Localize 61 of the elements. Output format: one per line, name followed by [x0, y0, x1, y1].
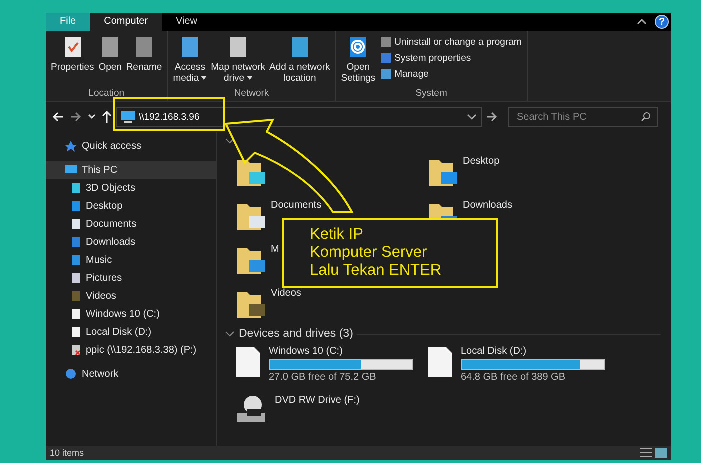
ribbon-button[interactable]: Properties	[49, 35, 96, 73]
section-title[interactable]: Devices and drives (3)	[239, 328, 354, 340]
ribbon-button[interactable]: Rename	[124, 35, 164, 73]
star-icon	[64, 140, 78, 152]
drive-name[interactable]: Local Disk (D:)	[461, 346, 605, 357]
ribbon-button[interactable]: Map network drive	[209, 35, 268, 84]
drive-free-space: 27.0 GB free of 75.2 GB	[269, 372, 378, 383]
address-input[interactable]: \\192.168.3.96	[139, 112, 460, 122]
address-field[interactable]: \\192.168.3.96	[116, 107, 482, 127]
drive-name[interactable]: DVD RW Drive (F:)	[275, 395, 360, 406]
sidebar-item[interactable]: Quick access	[46, 137, 216, 155]
sidebar-item[interactable]: Local Disk (D:)	[46, 323, 216, 341]
sidebar-item[interactable]: Windows 10 (C:)	[46, 305, 216, 323]
dvd-drive-icon[interactable]	[235, 395, 267, 425]
ribbon-button[interactable]: Open Settings	[339, 35, 378, 84]
group-label: Location	[88, 88, 126, 101]
folder-label[interactable]: M	[271, 242, 280, 255]
callout-tooltip: Ketik IP Komputer Server Lalu Tekan ENTER	[282, 218, 498, 288]
sidebar-item[interactable]: ppic (\\192.168.3.38) (P:)	[46, 341, 216, 359]
folder-label[interactable]: Videos	[271, 286, 302, 299]
drive-name[interactable]: Windows 10 (C:)	[269, 346, 413, 357]
group-label: Network	[233, 88, 270, 101]
caret-icon	[246, 76, 253, 80]
search-field[interactable]: Search This PC	[508, 107, 658, 127]
search-icon[interactable]	[641, 112, 651, 122]
up-icon[interactable]	[102, 111, 112, 123]
sidebar-item[interactable]: Music	[46, 251, 216, 269]
forward-icon[interactable]	[70, 111, 82, 123]
folder-label[interactable]: Desktop	[463, 154, 500, 167]
folder-label[interactable]: Downloads	[463, 198, 512, 211]
sidebar-item[interactable]: Videos	[46, 287, 216, 305]
sidebar-item[interactable]: Downloads	[46, 233, 216, 251]
back-icon[interactable]	[52, 111, 64, 123]
ribbon-tab[interactable]: Computer	[90, 13, 162, 31]
tiles-view-icon[interactable]	[655, 448, 667, 458]
item-count: 10 items	[50, 448, 84, 458]
ribbon-button[interactable]: Access media	[171, 35, 210, 84]
collapse-icon[interactable]	[637, 19, 647, 25]
caret-icon[interactable]	[467, 114, 477, 120]
details-view-icon[interactable]	[640, 448, 652, 458]
sidebar-item[interactable]: This PC	[46, 161, 216, 179]
chevron-icon[interactable]	[225, 138, 235, 144]
drive-free-space: 64.8 GB free of 389 GB	[461, 372, 567, 383]
help-button[interactable]: ?	[655, 15, 669, 29]
sidebar-item[interactable]: Documents	[46, 215, 216, 233]
ribbon-tab[interactable]: View	[162, 13, 212, 31]
folder-label[interactable]: Documents	[271, 198, 322, 211]
group-label: System	[414, 88, 448, 101]
sidebar-item[interactable]: 3D Objects	[46, 179, 216, 197]
search-input[interactable]: Search This PC	[515, 110, 641, 124]
ribbon-button[interactable]: Manage	[378, 67, 524, 81]
ribbon-button[interactable]: Open	[96, 35, 124, 73]
ribbon-button[interactable]: Add a network location	[268, 35, 332, 84]
network-drive-icon	[70, 344, 82, 356]
ribbon-button[interactable]: Uninstall or change a program	[378, 35, 524, 49]
caret-icon	[201, 76, 208, 80]
sidebar-item[interactable]: Pictures	[46, 269, 216, 287]
ribbon-button[interactable]: System properties	[378, 51, 524, 65]
sidebar-item[interactable]: Desktop	[46, 197, 216, 215]
sidebar-item[interactable]: Network	[46, 365, 216, 383]
go-arrow-icon[interactable]	[486, 111, 498, 123]
